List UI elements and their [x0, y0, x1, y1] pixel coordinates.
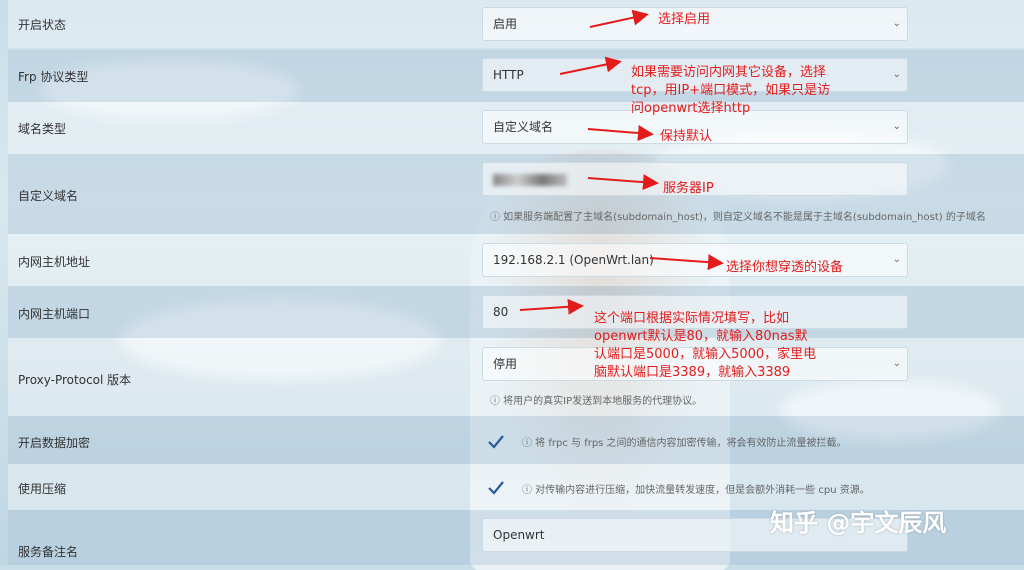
annotation-custom-domain: 服务器IP — [663, 181, 714, 196]
annotation-arrows — [519, 9, 724, 315]
watermark-text: 知乎 @宇文辰风 — [770, 509, 947, 537]
annotation-host: 选择你想穿透的设备 — [726, 260, 844, 275]
annotation-port: 这个端口根据实际情况填写，比如openwrt默认是80，就输入80nas默认端口… — [594, 311, 817, 380]
annotation-enable: 选择启用 — [658, 12, 711, 27]
annotation-domain-type: 保持默认 — [660, 129, 713, 144]
annotation-protocol: 如果需要访问内网其它设备，选择tcp，用IP+端口模式，如果只是访问openwr… — [631, 65, 831, 116]
